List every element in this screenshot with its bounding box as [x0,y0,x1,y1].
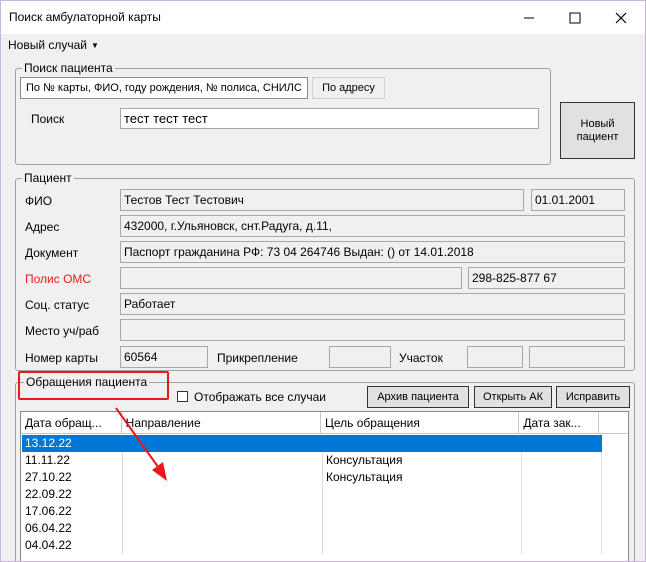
arrow-annotation-icon [115,407,167,481]
patient-search-window: Поиск амбулаторной карты Новый случай ▼ П… [0,0,646,562]
